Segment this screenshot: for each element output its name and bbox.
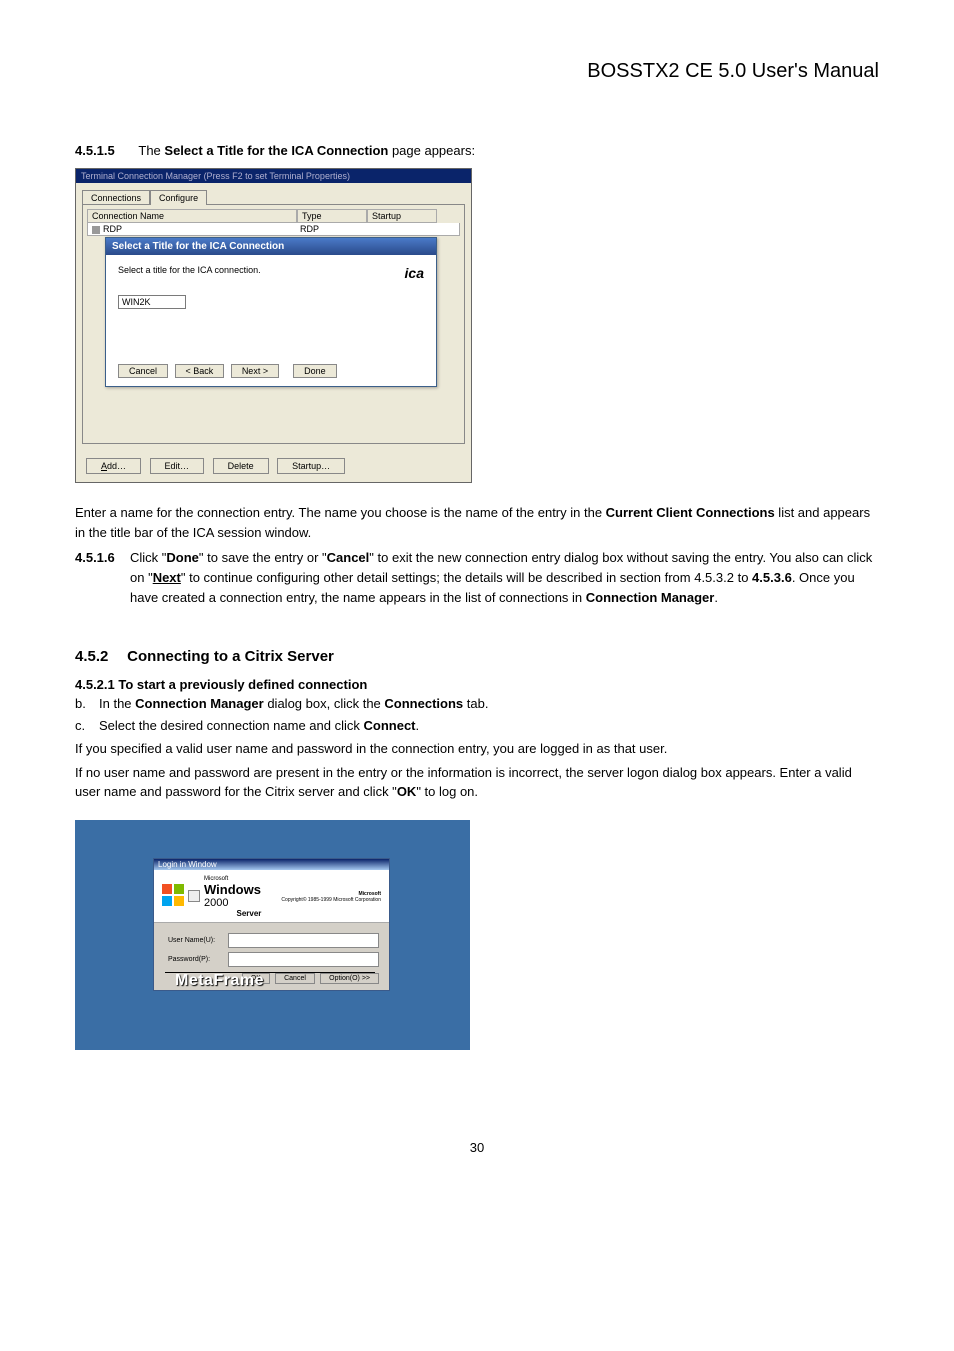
- section-452-title: Connecting to a Citrix Server: [127, 648, 334, 665]
- logon-cancel-button[interactable]: Cancel: [275, 973, 315, 984]
- section-4515-text-pre: The: [138, 143, 164, 158]
- wizard-titlebar: Select a Title for the ICA Connection: [106, 238, 436, 255]
- wizard-instruction: Select a title for the ICA connection.: [118, 265, 424, 275]
- wizard-done-button[interactable]: Done: [293, 364, 337, 378]
- section-452-num: 4.5.2: [75, 648, 123, 665]
- para-enter-name: Enter a name for the connection entry. T…: [75, 503, 879, 542]
- wizard-back-button[interactable]: < Back: [175, 364, 225, 378]
- para-valid-creds: If you specified a valid user name and p…: [75, 739, 879, 759]
- conn-mgr-bottom-buttons: AAdd…dd… Edit… Delete Startup…: [76, 450, 471, 482]
- section-4515-text-post: page appears:: [388, 143, 475, 158]
- para-no-user: If no user name and password are present…: [75, 763, 879, 802]
- tab-configure[interactable]: Configure: [150, 190, 207, 205]
- step-b: b. In the Connection Manager dialog box,…: [75, 694, 879, 714]
- section-4516-num: 4.5.1.6: [75, 548, 130, 608]
- ica-title-wizard: Select a Title for the ICA Connection Se…: [105, 237, 437, 387]
- metaframe-text: MetaFrame: [175, 972, 264, 990]
- key-icon: [188, 890, 200, 902]
- ms-copyright: Microsoft Copyright© 1985-1999 Microsoft…: [281, 891, 381, 903]
- step-c: c. Select the desired connection name an…: [75, 716, 879, 736]
- section-452-heading: 4.5.2 Connecting to a Citrix Server: [75, 648, 879, 665]
- row-name: RDP: [103, 224, 122, 234]
- row-type: RDP: [296, 223, 364, 235]
- ica-title-input[interactable]: [118, 295, 186, 309]
- wizard-cancel-button[interactable]: Cancel: [118, 364, 168, 378]
- startup-button[interactable]: Startup…: [277, 458, 345, 474]
- conn-mgr-titlebar: Terminal Connection Manager (Press F2 to…: [76, 169, 471, 183]
- page-header: BOSSTX2 CE 5.0 User's Manual: [75, 60, 879, 83]
- tab-content: Connection Name Type Startup RDP RDP Sel…: [82, 204, 465, 444]
- password-label: Password(P):: [168, 956, 228, 963]
- section-4515-bold: Select a Title for the ICA Connection: [164, 143, 388, 158]
- page-number: 30: [75, 1140, 879, 1155]
- section-4515-num: 4.5.1.5: [75, 143, 135, 158]
- section-4515-heading: 4.5.1.5 The Select a Title for the ICA C…: [75, 143, 879, 158]
- terminal-icon: [92, 226, 100, 234]
- username-input[interactable]: [228, 933, 379, 948]
- connection-row-rdp[interactable]: RDP RDP: [87, 223, 460, 236]
- username-label: User Name(U):: [168, 937, 228, 944]
- wizard-next-button[interactable]: Next >: [231, 364, 279, 378]
- add-button[interactable]: AAdd…dd…: [86, 458, 141, 474]
- edit-button[interactable]: Edit…: [150, 458, 205, 474]
- connection-manager-screenshot: Terminal Connection Manager (Press F2 to…: [75, 168, 472, 483]
- col-startup[interactable]: Startup: [367, 209, 437, 223]
- col-connection-name[interactable]: Connection Name: [87, 209, 297, 223]
- logon-titlebar: Login in Window: [154, 859, 389, 870]
- password-input[interactable]: [228, 952, 379, 967]
- windows-brand: Microsoft Windows 2000 Server: [204, 876, 281, 918]
- windows-logon-screenshot: Login in Window Microsoft Windows 2000 S…: [75, 820, 470, 1050]
- tab-connections[interactable]: Connections: [82, 190, 150, 205]
- section-4516: 4.5.1.6 Click "Done" to save the entry o…: [75, 548, 879, 608]
- windows-logo-icon: [162, 884, 196, 910]
- ica-logo-icon: ica: [405, 265, 424, 281]
- section-4521-heading: 4.5.2.1 To start a previously defined co…: [75, 677, 879, 692]
- delete-button[interactable]: Delete: [213, 458, 269, 474]
- list-header: Connection Name Type Startup: [87, 209, 460, 223]
- col-type[interactable]: Type: [297, 209, 367, 223]
- logon-option-button[interactable]: Option(O) >>: [320, 973, 379, 984]
